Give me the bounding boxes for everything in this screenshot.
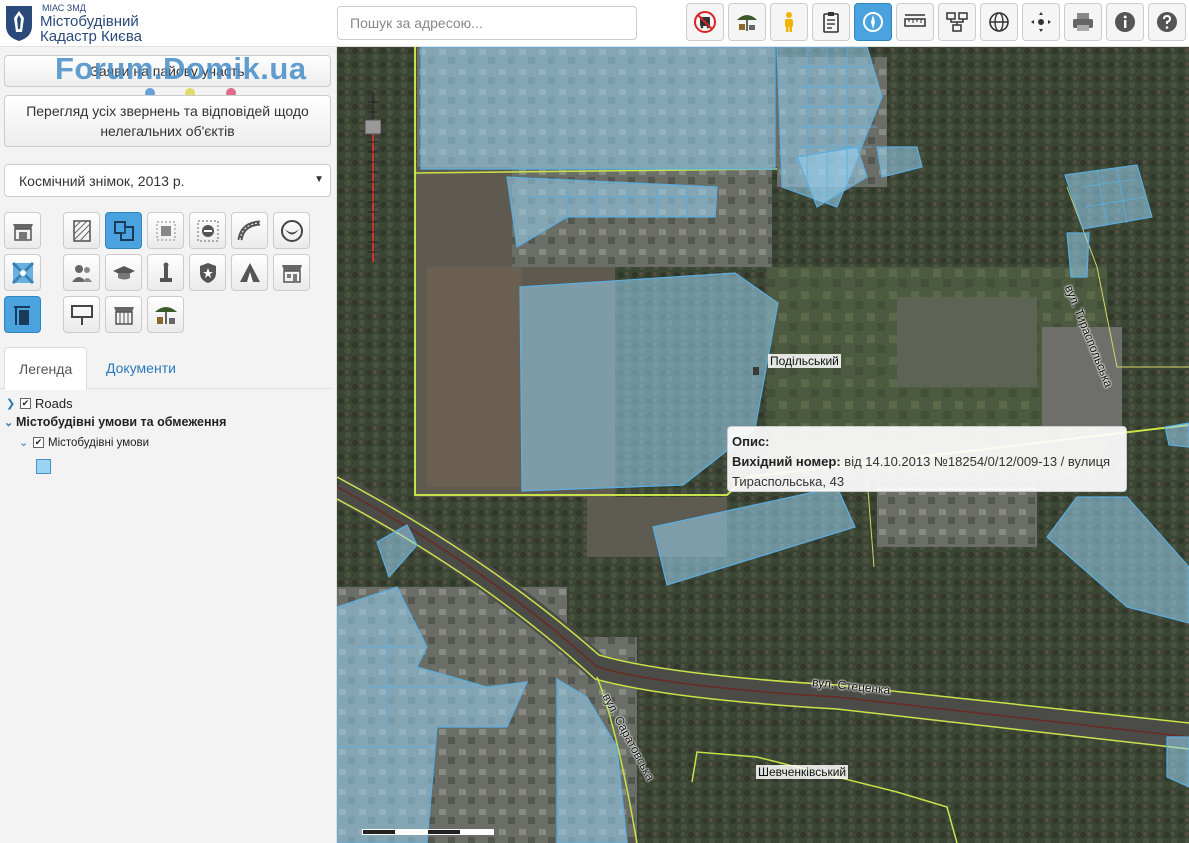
restricted-zone-icon (197, 220, 218, 241)
clipboard-button[interactable] (812, 3, 850, 41)
info-button[interactable] (1106, 3, 1144, 41)
sidebar: Заяви на пайову участь Forum.Domik.ua Пе… (0, 47, 337, 843)
measure-button[interactable] (896, 3, 934, 41)
legend-item-urban-conditions[interactable]: ⌄ ✔ Містобудівні умови (19, 436, 150, 450)
legend-sublayer-label: Містобудівні умови (48, 436, 150, 449)
layer-summer-terrace-button[interactable] (147, 296, 184, 333)
zoom-slider[interactable] (365, 92, 381, 262)
move-arrows-icon (1031, 12, 1051, 32)
chevron-down-icon[interactable]: ⌄ (4, 416, 16, 429)
logo-abbrev: МІАС ЗМД (42, 3, 86, 13)
compass-button[interactable] (854, 3, 892, 41)
popup-label: Вихідний номер: (732, 454, 841, 469)
layer-kiosk-button[interactable] (105, 296, 142, 333)
building-crane-icon (13, 305, 30, 325)
layer-map-button[interactable] (4, 254, 41, 291)
kyiv-shield-icon (6, 6, 32, 41)
kiosk-button[interactable] (728, 3, 766, 41)
legend-roads-label: Roads (35, 396, 73, 411)
ruler-icon (904, 14, 926, 27)
feature-info-popup[interactable]: Опис: Вихідний номер: від 14.10.2013 №18… (727, 426, 1127, 492)
map-pin-icon (11, 261, 34, 284)
layer-road-button[interactable] (231, 212, 268, 249)
clipboard-icon (823, 12, 839, 33)
layer-tent-button[interactable] (231, 254, 268, 291)
road-curve-icon (237, 220, 260, 240)
market-icon (281, 264, 302, 283)
graduation-cap-icon (112, 265, 135, 279)
tab-documents[interactable]: Документи (92, 347, 190, 389)
legend-swatch-parcel (36, 459, 51, 474)
layer-police-button[interactable] (189, 254, 226, 291)
pan-button[interactable] (1022, 3, 1060, 41)
puzzle-plan-icon (113, 220, 134, 241)
district-label-shevchenkivskyi: Шевченківський (756, 765, 849, 779)
network-button[interactable] (938, 3, 976, 41)
layer-restricted-button[interactable] (189, 212, 226, 249)
address-search-input[interactable] (337, 6, 637, 40)
legend-group-label: Містобудівні умови та обмеження (16, 415, 227, 429)
district-label-podilskyi: Подільський (768, 354, 841, 368)
header: МІАС ЗМД Містобудівний Кадастр Києва (0, 0, 1189, 47)
printer-icon (1073, 13, 1093, 31)
appeals-button-label: Перегляд усіх звернень та відповідей щод… (26, 103, 309, 139)
globe-icon (989, 12, 1009, 32)
chevron-down-icon[interactable]: ⌄ (19, 436, 31, 449)
monument-icon (159, 262, 172, 282)
layer-shop-button[interactable] (4, 212, 41, 249)
legend-item-roads[interactable]: ❯ ✔ Roads (6, 396, 73, 411)
kiosk-icon (113, 306, 134, 325)
layer-monument-button[interactable] (147, 254, 184, 291)
layer-grid-button[interactable] (147, 212, 184, 249)
police-badge-icon (199, 262, 216, 283)
logo[interactable]: МІАС ЗМД Містобудівний Кадастр Києва (4, 2, 154, 45)
basemap-select[interactable]: Космічний знімок, 2013 р. ▼ (4, 164, 331, 197)
chevron-right-icon[interactable]: ❯ (6, 397, 18, 410)
layer-education-button[interactable] (105, 254, 142, 291)
globe-button[interactable] (980, 3, 1018, 41)
appeals-button[interactable]: Перегляд усіх звернень та відповідей щод… (4, 95, 331, 147)
dotted-grid-icon (156, 221, 175, 240)
help-button[interactable] (1148, 3, 1186, 41)
layer-market-button[interactable] (273, 254, 310, 291)
no-transport-icon (694, 11, 716, 33)
roads-checkbox[interactable]: ✔ (20, 398, 31, 409)
people-icon (71, 264, 92, 282)
tab-legend[interactable]: Легенда (4, 347, 88, 390)
layer-building-button[interactable] (4, 296, 41, 333)
hatched-document-icon (72, 219, 91, 242)
urban-conditions-checkbox[interactable]: ✔ (33, 437, 44, 448)
logo-title-2: Кадастр Києва (40, 28, 142, 45)
help-icon (1157, 12, 1177, 32)
dropdown-arrow-icon: ▼ (314, 174, 324, 185)
info-icon (1115, 12, 1135, 32)
layer-people-button[interactable] (63, 254, 100, 291)
layer-billboard-button[interactable] (63, 296, 100, 333)
network-icon (946, 12, 968, 32)
person-icon (785, 12, 793, 32)
map-canvas[interactable]: Подільський Шевченківський вул. Тираспол… (337, 47, 1189, 843)
sidebar-tabs: Легенда Документи (0, 347, 331, 390)
billboard-icon (70, 304, 93, 325)
basemap-select-value: Космічний знімок, 2013 р. (19, 172, 185, 189)
legend-group-urban[interactable]: ⌄ Містобудівні умови та обмеження (4, 415, 226, 429)
scale-bar (362, 829, 494, 835)
layer-urban-conditions-button[interactable] (105, 212, 142, 249)
layer-zoning-button[interactable] (63, 212, 100, 249)
popup-body: Вихідний номер: від 14.10.2013 №18254/0/… (732, 452, 1122, 492)
layer-park-button[interactable] (273, 212, 310, 249)
kiosk-umbrella-icon (737, 15, 757, 31)
leaf-circle-icon (280, 219, 303, 242)
print-button[interactable] (1064, 3, 1102, 41)
street-view-button[interactable] (770, 3, 808, 41)
compass-icon (863, 12, 883, 32)
shop-icon (12, 223, 33, 241)
popup-title: Опис: (732, 434, 770, 449)
tent-icon (239, 262, 260, 282)
umbrella-stall-icon (154, 306, 177, 324)
watermark: Forum.Domik.ua (55, 51, 307, 86)
no-transport-button[interactable] (686, 3, 724, 41)
